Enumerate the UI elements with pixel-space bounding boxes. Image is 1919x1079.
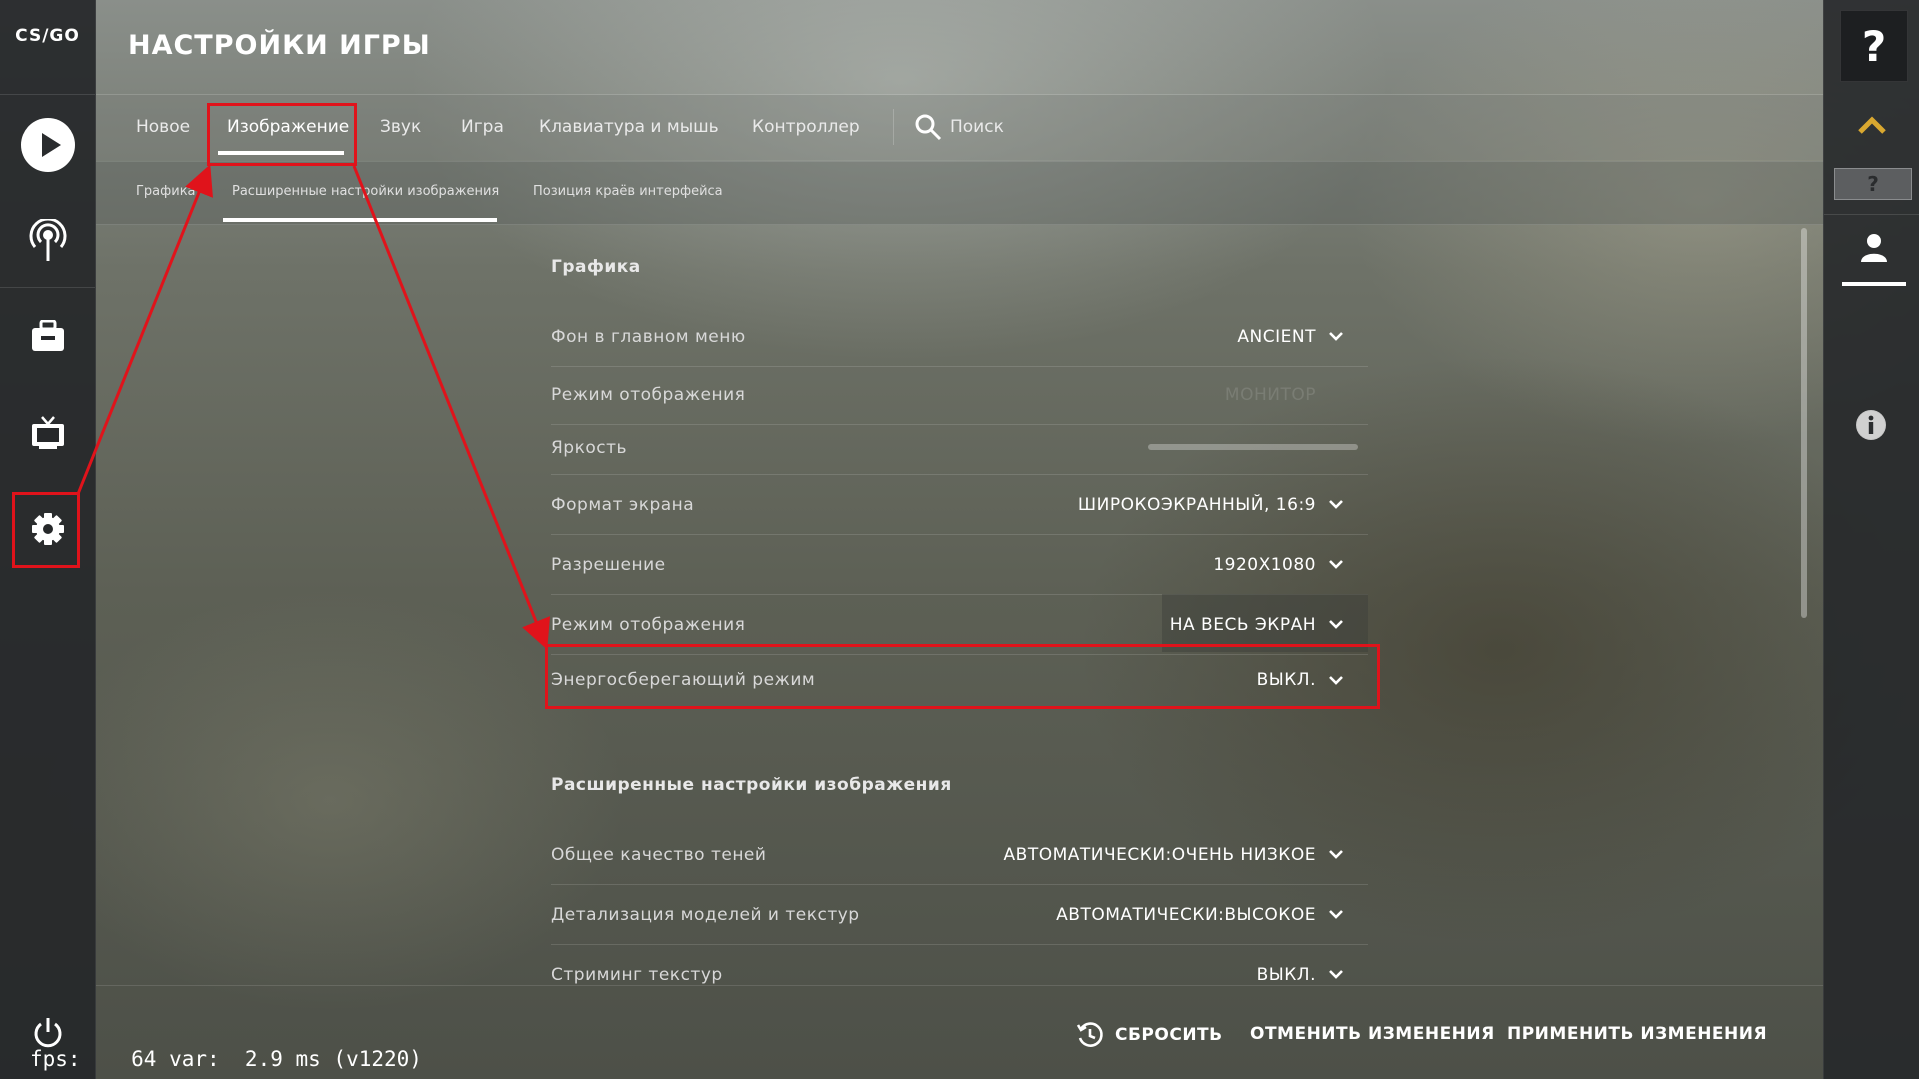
- tab-controller[interactable]: Контроллер: [752, 117, 860, 137]
- arrow-video-to-power-saving: [352, 165, 551, 650]
- chevron-down-icon: [1329, 560, 1343, 569]
- apply-changes-button[interactable]: ПРИМЕНИТЬ ИЗМЕНЕНИЯ: [1507, 1024, 1767, 1044]
- setting-row-aspect-ratio[interactable]: Формат экрана ШИРОКОЭКРАННЫЙ, 16:9: [551, 474, 1368, 535]
- csgo-logo: CS/GO: [15, 26, 80, 46]
- briefcase-icon: [31, 320, 64, 351]
- tv-icon: [31, 416, 64, 449]
- right-sidebar: ? ?: [1823, 0, 1919, 1079]
- setting-row-model-texture-detail[interactable]: Детализация моделей и текстур АВТОМАТИЧЕ…: [551, 886, 1368, 945]
- setting-value: ANCIENT: [1237, 327, 1316, 347]
- right-sidebar-divider: [1824, 214, 1919, 215]
- tab-game[interactable]: Игра: [461, 117, 504, 137]
- unknown-rank-badge: ?: [1834, 168, 1912, 200]
- info-button[interactable]: [1856, 410, 1886, 440]
- chevron-down-icon: [1329, 620, 1343, 629]
- reset-icon: [1076, 1022, 1103, 1047]
- setting-label: Общее качество теней: [551, 845, 767, 865]
- rank-chevron-icon: [1857, 116, 1886, 134]
- setting-label: Режим отображения: [551, 385, 746, 405]
- play-button[interactable]: [0, 116, 95, 174]
- power-icon: [34, 1018, 61, 1048]
- broadcast-icon: [29, 219, 66, 261]
- search-icon: [915, 114, 942, 141]
- setting-value: 1920X1080: [1213, 555, 1316, 575]
- reset-button[interactable]: СБРОСИТЬ: [1075, 1020, 1223, 1050]
- section-title-advanced: Расширенные настройки изображения: [551, 775, 952, 795]
- tab-separator: [893, 109, 894, 145]
- setting-value: АВТОМАТИЧЕСКИ:ОЧЕНЬ НИЗКОЕ: [1003, 845, 1316, 865]
- discard-changes-button[interactable]: ОТМЕНИТЬ ИЗМЕНЕНИЯ: [1250, 1024, 1495, 1044]
- tab-keyboard-mouse[interactable]: Клавиатура и мышь: [539, 117, 719, 137]
- annotation-box-video-tab: [207, 103, 357, 166]
- setting-label: Режим отображения: [551, 615, 746, 635]
- setting-row-brightness[interactable]: Яркость: [551, 424, 1368, 475]
- chevron-down-icon: [1329, 500, 1343, 509]
- tab-audio[interactable]: Звук: [380, 117, 421, 137]
- section-title-graphics: Графика: [551, 257, 641, 277]
- tab-new[interactable]: Новое: [136, 117, 190, 137]
- chevron-down-icon: [1329, 970, 1343, 979]
- setting-label: Яркость: [551, 438, 628, 458]
- setting-row-display-mode-monitor: Режим отображения МОНИТОР: [551, 366, 1368, 425]
- active-subtab-indicator: [223, 218, 497, 222]
- setting-row-resolution[interactable]: Разрешение 1920X1080: [551, 534, 1368, 595]
- setting-value: ШИРОКОЭКРАННЫЙ, 16:9: [1077, 495, 1316, 515]
- setting-label: Формат экрана: [551, 495, 695, 515]
- rank-chevron: [1824, 114, 1919, 142]
- sidebar-divider: [0, 287, 95, 288]
- chevron-down-icon: [1329, 850, 1343, 859]
- user-icon: [1861, 234, 1887, 262]
- setting-label: Стриминг текстур: [551, 965, 723, 984]
- broadcast-button[interactable]: [0, 216, 95, 266]
- setting-value: МОНИТОР: [1224, 385, 1316, 405]
- fps-overlay: fps: 64 var: 2.9 ms (v1220): [30, 1047, 422, 1071]
- setting-label: Детализация моделей и текстур: [551, 905, 860, 925]
- inventory-button[interactable]: [0, 313, 95, 359]
- subtab-graphics[interactable]: Графика: [136, 184, 196, 199]
- page-title: НАСТРОЙКИ ИГРЫ: [128, 30, 431, 61]
- sub-tab-bar: Графика Расширенные настройки изображени…: [96, 161, 1824, 225]
- info-icon: [1857, 411, 1885, 439]
- annotation-box-power-saving: [545, 644, 1380, 709]
- annotation-box-settings: [12, 492, 80, 568]
- search-label: Поиск: [950, 117, 1004, 137]
- setting-value: ВЫКЛ.: [1256, 965, 1316, 984]
- footer-divider: [96, 985, 1824, 986]
- sidebar-divider: [0, 94, 95, 95]
- subtab-advanced-video[interactable]: Расширенные настройки изображения: [232, 184, 499, 199]
- setting-row-shadow-quality[interactable]: Общее качество теней АВТОМАТИЧЕСКИ:ОЧЕНЬ…: [551, 826, 1368, 885]
- setting-row-texture-streaming[interactable]: Стриминг текстур ВЫКЛ.: [551, 946, 1368, 984]
- chevron-down-icon: [1329, 910, 1343, 919]
- setting-label: Разрешение: [551, 555, 666, 575]
- power-button[interactable]: [0, 1012, 95, 1052]
- watch-button[interactable]: [0, 410, 95, 456]
- reset-label: СБРОСИТЬ: [1115, 1025, 1223, 1045]
- setting-row-menu-background[interactable]: Фон в главном меню ANCIENT: [551, 308, 1368, 367]
- profile-button[interactable]: [1842, 232, 1906, 286]
- search-button[interactable]: Поиск: [914, 113, 1004, 141]
- brightness-slider[interactable]: [1148, 444, 1358, 450]
- setting-label: Фон в главном меню: [551, 327, 746, 347]
- chevron-down-icon: [1329, 332, 1343, 341]
- setting-value: АВТОМАТИЧЕСКИ:ВЫСОКОЕ: [1056, 905, 1316, 925]
- play-icon: [20, 118, 75, 172]
- setting-value: НА ВЕСЬ ЭКРАН: [1169, 615, 1316, 635]
- content-scrollbar[interactable]: [1801, 228, 1807, 618]
- subtab-hud-edge-position[interactable]: Позиция краёв интерфейса: [533, 184, 723, 199]
- help-button[interactable]: ?: [1840, 10, 1908, 82]
